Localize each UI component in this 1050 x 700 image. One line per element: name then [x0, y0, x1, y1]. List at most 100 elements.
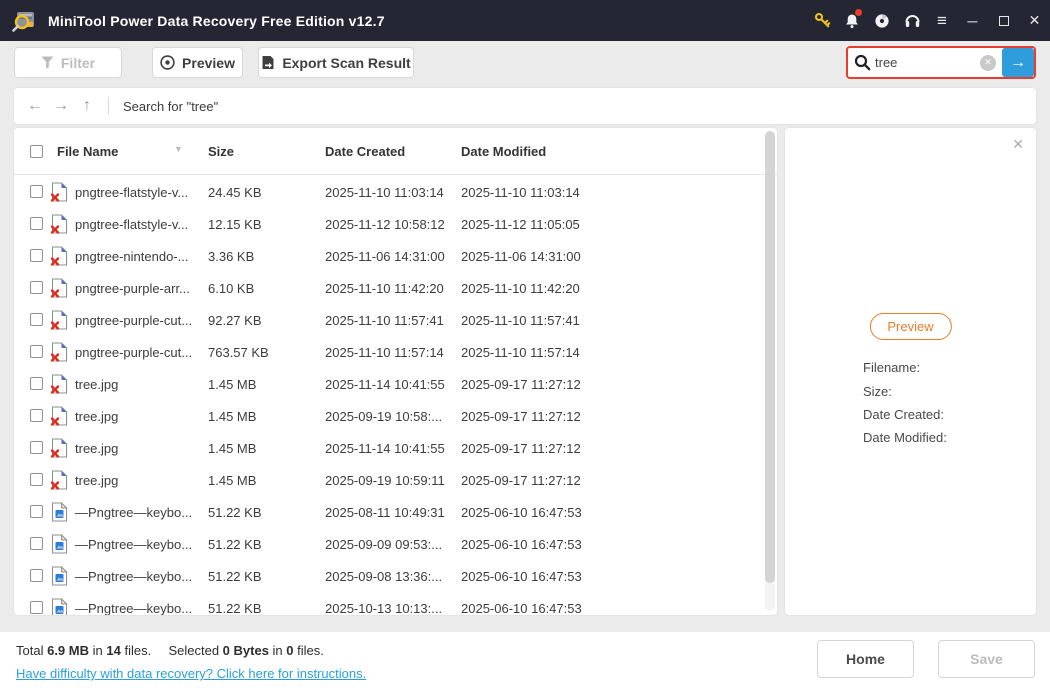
vertical-scrollbar[interactable] — [765, 131, 775, 611]
table-row[interactable]: —Pngtree—keybo...51.22 KB2025-09-08 13:3… — [14, 560, 777, 592]
row-checkbox[interactable] — [30, 441, 43, 454]
up-icon[interactable]: ↑ — [74, 97, 100, 115]
file-size: 51.22 KB — [208, 601, 262, 615]
file-size: 1.45 MB — [208, 441, 256, 456]
row-checkbox[interactable] — [30, 185, 43, 198]
forward-icon[interactable]: → — [48, 97, 74, 115]
file-size: 92.27 KB — [208, 313, 262, 328]
table-body: pngtree-flatstyle-v...24.45 KB2025-11-10… — [14, 176, 777, 615]
file-name: pngtree-purple-cut... — [75, 313, 192, 328]
help-link[interactable]: Have difficulty with data recovery? Clic… — [16, 666, 366, 681]
row-checkbox[interactable] — [30, 313, 43, 326]
table-row[interactable]: tree.jpg1.45 MB2025-11-14 10:41:552025-0… — [14, 432, 777, 464]
save-button[interactable]: Save — [938, 640, 1035, 678]
table-row[interactable]: pngtree-flatstyle-v...12.15 KB2025-11-12… — [14, 208, 777, 240]
table-row[interactable]: —Pngtree—keybo...51.22 KB2025-09-09 09:5… — [14, 528, 777, 560]
breadcrumb: Search for "tree" — [123, 99, 218, 114]
panel-close-icon[interactable]: ✕ — [1012, 136, 1024, 153]
search-go-button[interactable]: → — [1002, 48, 1034, 77]
notification-dot — [855, 9, 862, 16]
file-size: 3.36 KB — [208, 249, 254, 264]
total-count: 14 — [106, 643, 120, 658]
table-row[interactable]: pngtree-purple-cut...763.57 KB2025-11-10… — [14, 336, 777, 368]
support-headset-icon[interactable] — [897, 0, 927, 41]
file-date-modified: 2025-09-17 11:27:12 — [461, 473, 581, 488]
scrollbar-thumb[interactable] — [765, 131, 775, 583]
clear-search-icon[interactable]: ✕ — [980, 55, 996, 71]
filter-button-label: Filter — [61, 55, 95, 71]
row-checkbox[interactable] — [30, 249, 43, 262]
row-checkbox[interactable] — [30, 537, 43, 550]
file-date-created: 2025-09-09 09:53:... — [325, 537, 442, 552]
column-date-created[interactable]: Date Created — [325, 144, 405, 159]
back-icon[interactable]: ← — [22, 97, 48, 115]
row-checkbox[interactable] — [30, 345, 43, 358]
table-row[interactable]: pngtree-purple-arr...6.10 KB2025-11-10 1… — [14, 272, 777, 304]
panel-preview-button[interactable]: Preview — [869, 313, 951, 340]
funnel-icon — [41, 56, 54, 69]
divider — [108, 97, 109, 115]
preview-button[interactable]: Preview — [152, 47, 243, 78]
file-date-modified: 2025-09-17 11:27:12 — [461, 377, 581, 392]
column-size[interactable]: Size — [208, 144, 234, 159]
table-row[interactable]: —Pngtree—keybo... 51.22 KB 2025-10-13 10:1… — [14, 592, 777, 615]
file-name: —Pngtree—keybo... — [75, 537, 192, 552]
menu-icon[interactable]: ≡ — [927, 0, 957, 41]
table-row[interactable]: pngtree-flatstyle-v...24.45 KB2025-11-10… — [14, 176, 777, 208]
table-row[interactable]: tree.jpg1.45 MB2025-11-14 10:41:552025-0… — [14, 368, 777, 400]
file-date-created: 2025-11-06 14:31:00 — [325, 249, 445, 264]
column-file-name[interactable]: File Name — [57, 144, 118, 159]
row-checkbox[interactable] — [30, 601, 43, 614]
export-scan-result-button[interactable]: Export Scan Result — [258, 47, 414, 78]
status-bar: Total 6.9 MB in 14 files. Selected 0 Byt… — [0, 632, 1050, 700]
file-date-created: 2025-11-10 11:42:20 — [325, 281, 444, 296]
row-checkbox[interactable] — [30, 217, 43, 230]
table-row[interactable]: —Pngtree—keybo...51.22 KB2025-08-11 10:4… — [14, 496, 777, 528]
filter-button[interactable]: Filter — [14, 47, 122, 78]
file-size: 1.45 MB — [208, 473, 256, 488]
table-row[interactable]: tree.jpg1.45 MB2025-09-19 10:59:112025-0… — [14, 464, 777, 496]
deleted-file-icon — [51, 182, 68, 202]
scan-results-panel: File Name ▼ Size Date Created Date Modif… — [14, 128, 777, 615]
total-size: 6.9 MB — [47, 643, 89, 658]
row-checkbox[interactable] — [30, 409, 43, 422]
preview-filename-label: Filename: — [863, 360, 920, 375]
maximize-button[interactable] — [988, 0, 1019, 41]
file-date-created: 2025-11-12 10:58:12 — [325, 217, 445, 232]
row-checkbox[interactable] — [30, 569, 43, 582]
row-checkbox[interactable] — [30, 473, 43, 486]
search-input[interactable] — [871, 55, 980, 70]
table-row[interactable]: pngtree-purple-cut... 92.27 KB 2025-11-10 … — [14, 304, 777, 336]
table-row[interactable]: pngtree-nintendo-...3.36 KB2025-11-06 14… — [14, 240, 777, 272]
file-date-created: 2025-08-11 10:49:31 — [325, 505, 445, 520]
bootable-media-disc-icon[interactable] — [867, 0, 897, 41]
file-date-modified: 2025-06-10 16:47:53 — [461, 569, 582, 584]
file-date-modified: 2025-11-12 11:05:05 — [461, 217, 580, 232]
license-key-icon[interactable] — [807, 0, 837, 41]
file-size: 51.22 KB — [208, 569, 262, 584]
file-date-modified: 2025-09-17 11:27:12 — [461, 409, 581, 424]
file-date-created: 2025-11-10 11:57:14 — [325, 345, 444, 360]
sort-desc-icon[interactable]: ▼ — [174, 144, 183, 154]
file-size: 51.22 KB — [208, 505, 262, 520]
home-button[interactable]: Home — [817, 640, 914, 678]
totals-text: Total 6.9 MB in 14 files. Selected 0 Byt… — [16, 643, 324, 658]
navigation-bar: ← → ↑ Search for "tree" — [14, 88, 1036, 124]
select-all-checkbox[interactable] — [30, 145, 43, 158]
row-checkbox[interactable] — [30, 281, 43, 294]
column-date-modified[interactable]: Date Modified — [461, 144, 546, 159]
row-checkbox[interactable] — [30, 377, 43, 390]
notification-bell-icon[interactable] — [837, 0, 867, 41]
deleted-file-icon — [51, 406, 68, 426]
file-name: —Pngtree—keybo... — [75, 601, 192, 615]
row-checkbox[interactable] — [30, 505, 43, 518]
file-date-created: 2025-10-13 10:13:... — [325, 601, 442, 615]
file-date-created: 2025-11-10 11:57:41 — [325, 313, 444, 328]
file-size: 1.45 MB — [208, 409, 256, 424]
table-header: File Name ▼ Size Date Created Date Modif… — [14, 128, 777, 175]
minimize-button[interactable]: ─ — [957, 0, 988, 41]
table-row[interactable]: tree.jpg1.45 MB2025-09-19 10:58:...2025-… — [14, 400, 777, 432]
close-button[interactable]: ✕ — [1019, 0, 1050, 41]
file-date-modified: 2025-06-10 16:47:53 — [461, 537, 582, 552]
preview-button-label: Preview — [182, 55, 235, 71]
